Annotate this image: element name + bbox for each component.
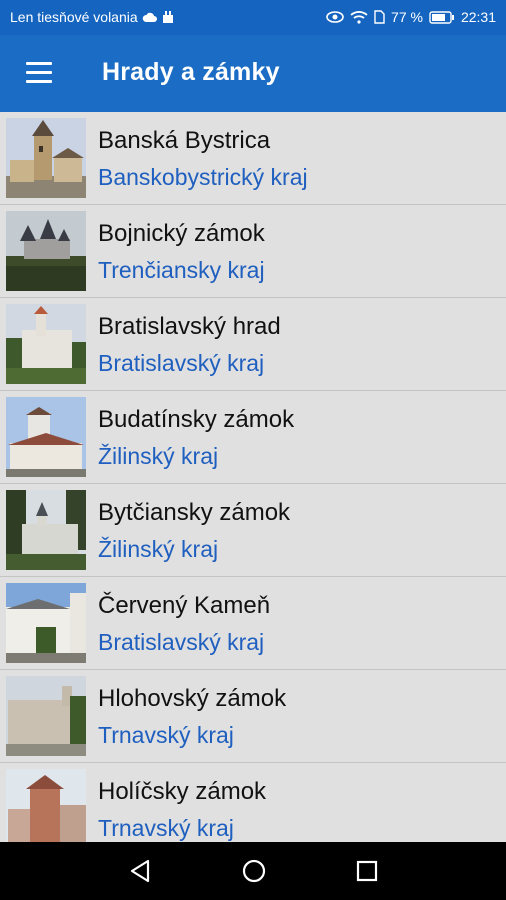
- castle-region: Žilinský kraj: [98, 443, 219, 469]
- list-item-banska-bystrica[interactable]: Banská Bystrica Banskobystrický kraj: [0, 112, 506, 204]
- list-item-bojnicky-zamok[interactable]: Bojnický zámok Trenčiansky kraj: [0, 205, 506, 297]
- list-item-bratislavsky-hrad[interactable]: Bratislavský hrad Bratislavský kraj: [0, 298, 506, 390]
- castle-thumbnail: [6, 397, 86, 477]
- castle-thumbnail: [6, 676, 86, 756]
- castle-thumbnail: [6, 490, 86, 570]
- castle-name: Holíčsky zámok: [98, 778, 267, 805]
- cloud-icon: [142, 12, 157, 22]
- castle-name: Budatínsky zámok: [98, 406, 295, 433]
- list-item-cerveny-kamen[interactable]: Červený Kameň Bratislavský kraj: [0, 577, 506, 669]
- castle-region: Bratislavský kraj: [98, 629, 265, 655]
- status-bar: Len tiesňové volania 77 % 22:31: [0, 0, 506, 35]
- back-icon[interactable]: [126, 856, 156, 886]
- castle-thumbnail: [6, 583, 86, 663]
- status-left: Len tiesňové volania: [10, 9, 174, 25]
- list-item-bytciansky-zamok[interactable]: Bytčiansky zámok Žilinský kraj: [0, 484, 506, 576]
- castle-name: Banská Bystrica: [98, 127, 271, 154]
- system-nav-bar: [0, 842, 506, 900]
- wifi-icon: [350, 11, 368, 24]
- castle-region: Banskobystrický kraj: [98, 164, 308, 190]
- notification-icon: [162, 11, 173, 23]
- castle-region: Trnavský kraj: [98, 815, 234, 841]
- carrier-text: Len tiesňové volania: [10, 9, 138, 25]
- eye-icon: [326, 11, 344, 23]
- castle-thumbnail: [6, 304, 86, 384]
- recents-icon[interactable]: [352, 856, 382, 886]
- castle-region: Bratislavský kraj: [98, 350, 265, 376]
- castle-thumbnail: [6, 769, 86, 842]
- list-item-budatinsky-zamok[interactable]: Budatínsky zámok Žilinský kraj: [0, 391, 506, 483]
- status-right: 77 % 22:31: [326, 9, 496, 25]
- castle-name: Hlohovský zámok: [98, 685, 287, 712]
- app-bar: Hrady a zámky: [0, 35, 506, 112]
- battery-text: 77 %: [391, 9, 423, 25]
- list-item-hlohovsky-zamok[interactable]: Hlohovský zámok Trnavský kraj: [0, 670, 506, 762]
- castle-list[interactable]: Banská Bystrica Banskobystrický kraj Boj…: [0, 112, 506, 842]
- castle-name: Bratislavský hrad: [98, 313, 281, 340]
- hamburger-menu-icon[interactable]: [26, 62, 54, 84]
- home-icon[interactable]: [239, 856, 269, 886]
- clock-text: 22:31: [460, 9, 496, 25]
- castle-name: Bojnický zámok: [98, 220, 265, 247]
- sim-icon: [374, 10, 385, 24]
- castle-name: Červený Kameň: [98, 592, 271, 619]
- list-item-holicsky-zamok[interactable]: Holíčsky zámok Trnavský kraj: [0, 763, 506, 842]
- castle-name: Bytčiansky zámok: [98, 499, 291, 526]
- castle-region: Žilinský kraj: [98, 536, 219, 562]
- castle-thumbnail: [6, 211, 86, 291]
- page-title: Hrady a zámky: [102, 58, 280, 86]
- battery-icon: [429, 10, 454, 24]
- castle-thumbnail: [6, 118, 86, 198]
- castle-region: Trenčiansky kraj: [98, 257, 265, 283]
- castle-region: Trnavský kraj: [98, 722, 234, 748]
